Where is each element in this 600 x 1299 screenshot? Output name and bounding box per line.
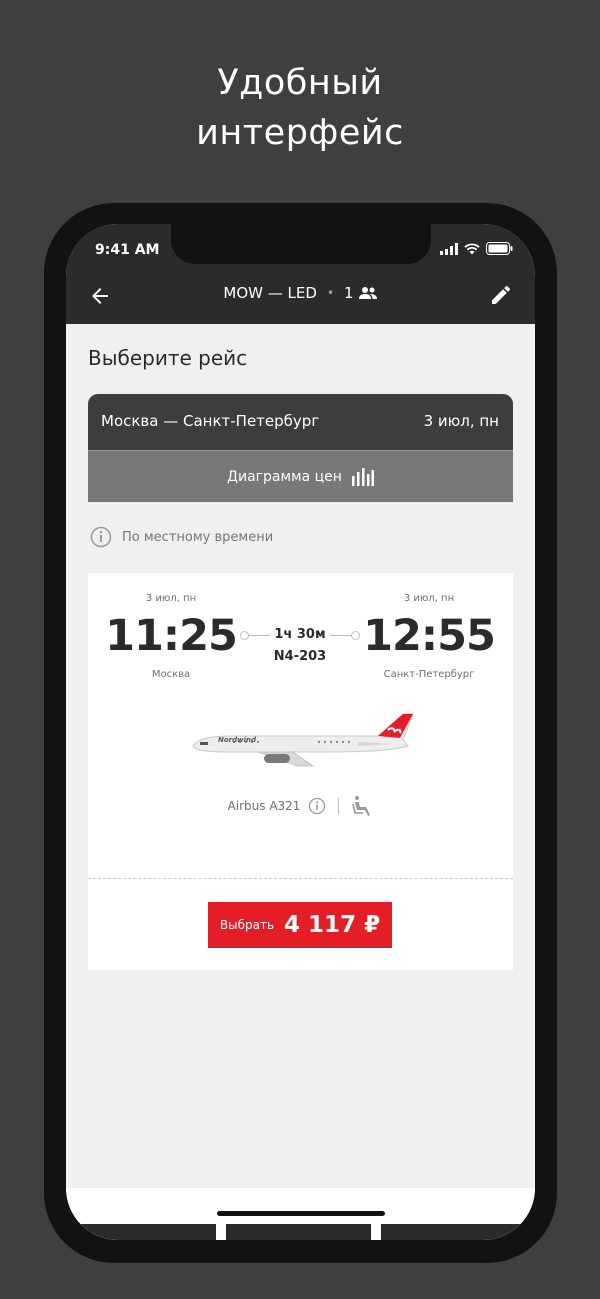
promo-headline: Удобный интерфейс	[0, 58, 600, 158]
departure-city: Москва	[151, 669, 191, 680]
status-time: 9:41 AM	[95, 242, 160, 258]
airline-logo-text: Nordwind	[218, 736, 257, 744]
departure-time: 11:25	[105, 611, 238, 661]
phone-screen: 9:41 AM MOW — LED • 1 Выберите рейс Моск…	[66, 224, 535, 1240]
headline-line-1: Удобный	[217, 63, 383, 103]
card-divider	[88, 878, 513, 879]
passenger-count: 1	[344, 284, 354, 302]
flight-price: 4 117 ₽	[284, 912, 381, 938]
flight-duration: 1ч 30м	[274, 627, 326, 642]
battery-icon	[486, 242, 513, 255]
top-app-bar: 9:41 AM MOW — LED • 1	[66, 224, 535, 324]
info-icon[interactable]	[90, 526, 112, 548]
bottom-divider	[216, 1224, 226, 1240]
route-card-header: Москва — Санкт-Петербург 3 июл, пн	[88, 394, 513, 450]
home-indicator	[217, 1211, 385, 1216]
route-code: MOW — LED	[223, 284, 317, 302]
bottom-tab-bar	[66, 1224, 535, 1240]
local-time-text: По местному времени	[122, 529, 274, 545]
select-flight-button[interactable]: Выбрать 4 117 ₽	[208, 902, 392, 948]
select-button-label: Выбрать	[219, 918, 275, 932]
arrival-time: 12:55	[363, 611, 496, 661]
aircraft-model: Airbus A321	[227, 799, 301, 813]
wifi-icon	[464, 242, 480, 254]
seat-icon[interactable]	[351, 795, 373, 817]
airplane-image: Nordwind	[192, 713, 413, 767]
flight-card[interactable]: 3 июл, пн 3 июл, пн 11:25 12:55 Москва С…	[88, 573, 513, 970]
phone-notch	[171, 224, 431, 264]
arrival-city: Санкт-Петербург	[383, 669, 475, 680]
page-title: Выберите рейс	[88, 346, 248, 370]
route-summary[interactable]: MOW — LED • 1	[66, 284, 535, 302]
flight-route-line: 1ч 30м N4-203	[240, 623, 360, 664]
status-icons	[440, 242, 513, 255]
route-card-route: Москва — Санкт-Петербург	[101, 412, 320, 430]
flight-number: N4-203	[273, 649, 327, 664]
aircraft-separator	[338, 798, 340, 814]
arrival-date: 3 июл, пн	[403, 593, 455, 604]
aircraft-info: Airbus A321	[88, 795, 513, 817]
price-chart-label: Диаграмма цен	[227, 468, 342, 485]
passengers-icon	[358, 287, 377, 299]
route-card-date: 3 июл, пн	[423, 412, 499, 430]
price-chart-button[interactable]: Диаграмма цен	[88, 450, 513, 502]
nav-bar: MOW — LED • 1	[66, 276, 535, 316]
edit-pencil-icon[interactable]	[489, 283, 513, 307]
signal-icon	[440, 242, 458, 255]
bar-chart-icon	[351, 467, 374, 486]
departure-date: 3 июл, пн	[145, 593, 197, 604]
info-icon[interactable]	[308, 797, 326, 815]
local-time-note: По местному времени	[90, 526, 273, 548]
separator-dot: •	[326, 286, 335, 300]
headline-line-2: интерфейс	[196, 113, 404, 153]
bottom-divider	[371, 1224, 381, 1240]
